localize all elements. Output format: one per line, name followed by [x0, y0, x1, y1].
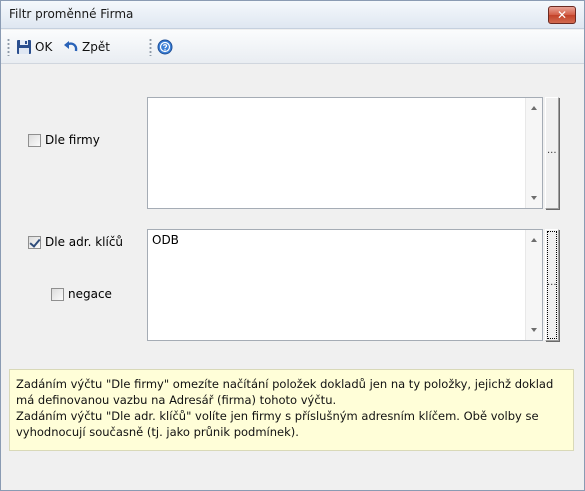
- ok-button[interactable]: OK: [16, 38, 52, 56]
- close-button[interactable]: ✕: [548, 6, 576, 24]
- title-bar[interactable]: Filtr proměnné Firma ✕: [1, 1, 584, 29]
- save-icon: [17, 40, 31, 54]
- negation-label: negace: [68, 287, 112, 301]
- by-company-checkbox[interactable]: [28, 133, 41, 147]
- address-keys-scrollbar[interactable]: [525, 230, 542, 340]
- keys-ellipsis-button[interactable]: ...: [545, 229, 559, 341]
- dialog-content: Dle firmy ... Dle adr. klíčů negace ODB: [9, 65, 576, 485]
- toolbar: OK Zpět: [1, 30, 584, 64]
- by-company-label: Dle firmy: [45, 133, 100, 147]
- dialog-window: Filtr proměnné Firma ✕ OK Zpět Dle firmy…: [0, 0, 585, 491]
- by-keys-label: Dle adr. klíčů: [45, 235, 124, 249]
- scroll-down-arrow-icon[interactable]: [531, 196, 537, 200]
- undo-icon: [64, 41, 78, 52]
- negation-checkbox[interactable]: [51, 287, 64, 301]
- ellipsis-label: ...: [547, 277, 557, 288]
- back-label: Zpět: [82, 40, 110, 54]
- info-text-line2: Zadáním výčtu "Dle adr. klíčů" volíte je…: [16, 409, 539, 439]
- by-company-checkbox-row[interactable]: Dle firmy: [28, 133, 100, 147]
- window-title: Filtr proměnné Firma: [9, 7, 134, 21]
- by-keys-checkbox[interactable]: [28, 235, 41, 249]
- close-icon: ✕: [556, 8, 568, 22]
- by-keys-checkbox-row[interactable]: Dle adr. klíčů: [28, 235, 123, 249]
- scroll-up-arrow-icon[interactable]: [531, 106, 537, 110]
- address-keys-text: ODB: [152, 233, 179, 247]
- toolbar-grip[interactable]: [7, 38, 10, 56]
- back-button[interactable]: Zpět: [63, 38, 110, 56]
- company-list-scrollbar[interactable]: [525, 98, 542, 208]
- ellipsis-label: ...: [547, 145, 557, 156]
- info-text-line1: Zadáním výčtu "Dle firmy" omezíte načítá…: [16, 377, 554, 407]
- negation-checkbox-row[interactable]: negace: [51, 287, 112, 301]
- help-icon: [157, 39, 173, 55]
- help-button[interactable]: [157, 38, 173, 56]
- ok-label: OK: [35, 40, 53, 54]
- company-list-field[interactable]: [147, 97, 543, 209]
- scroll-up-arrow-icon[interactable]: [531, 238, 537, 242]
- info-panel: Zadáním výčtu "Dle firmy" omezíte načítá…: [9, 369, 574, 451]
- address-keys-field[interactable]: ODB: [147, 229, 543, 341]
- toolbar-separator: [149, 38, 152, 56]
- company-ellipsis-button[interactable]: ...: [545, 97, 559, 209]
- scroll-down-arrow-icon[interactable]: [531, 328, 537, 332]
